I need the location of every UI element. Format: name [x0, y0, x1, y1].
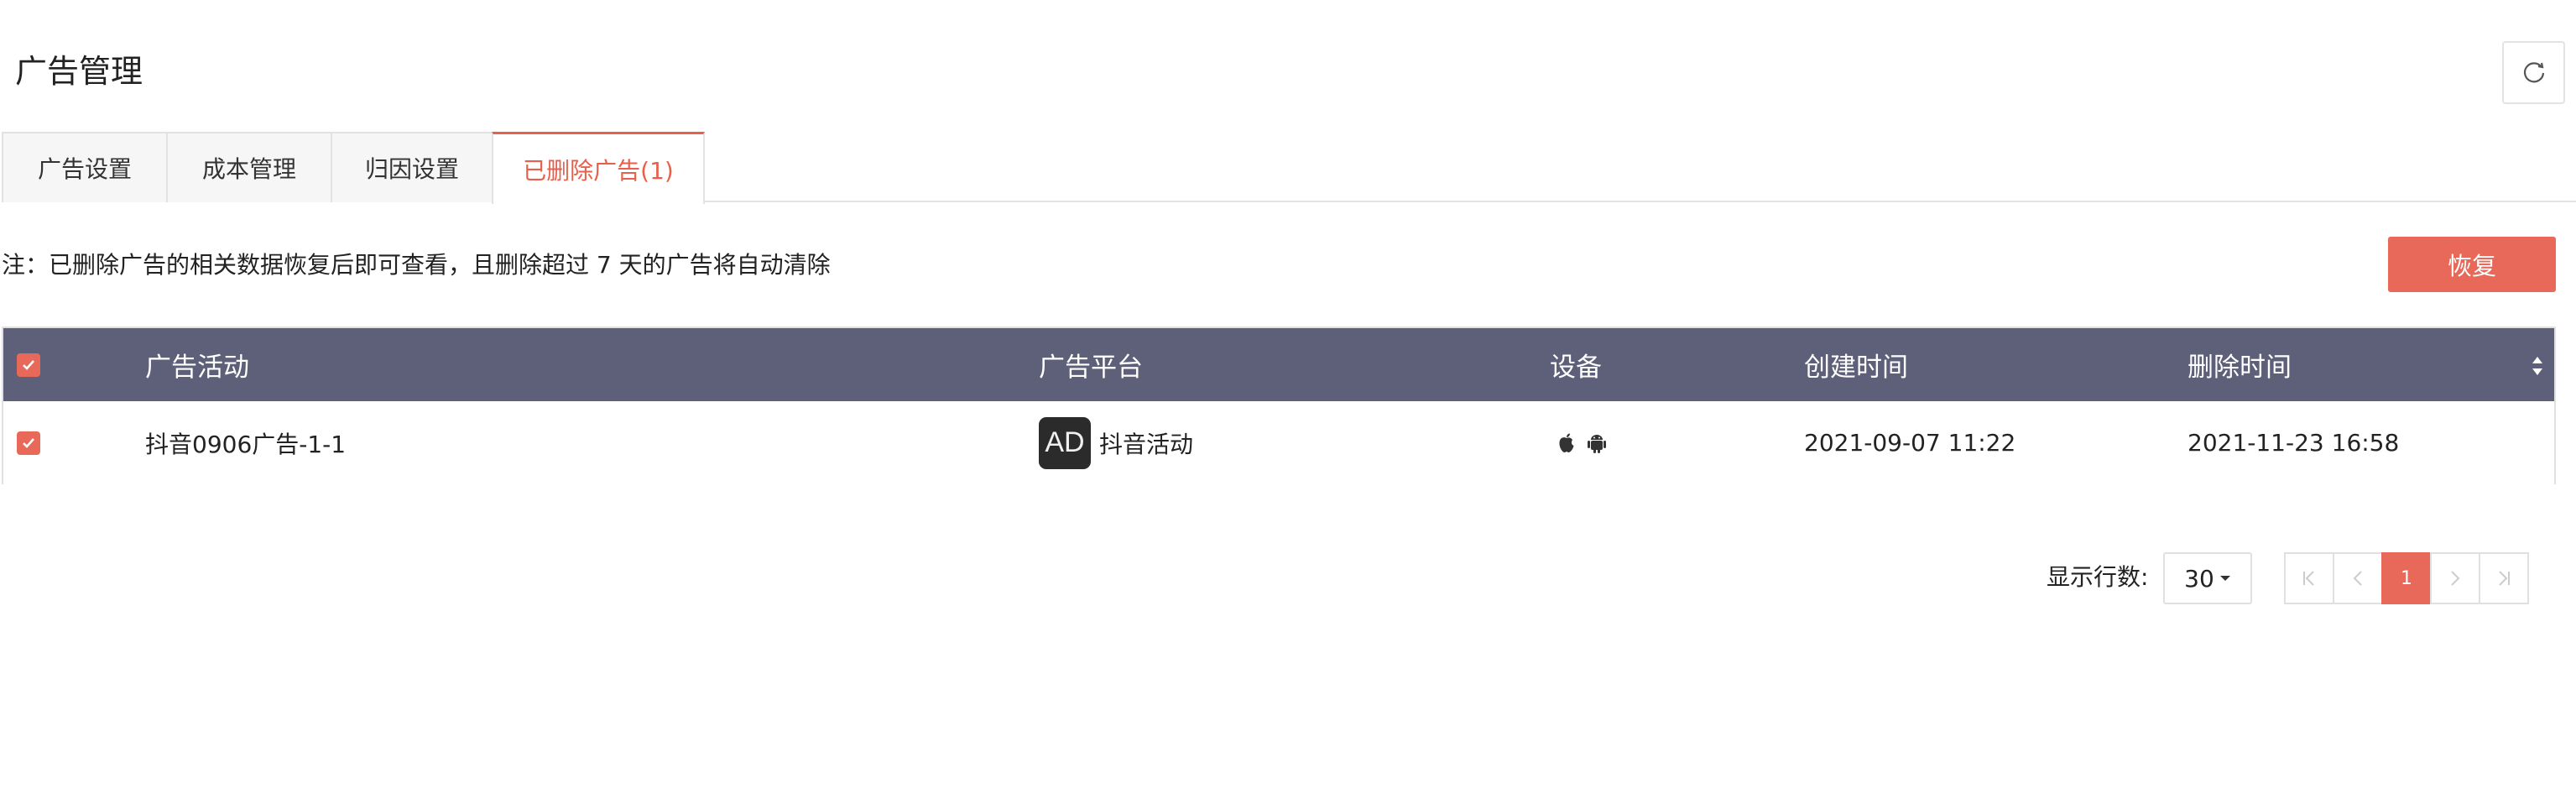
prev-page-button[interactable]	[2333, 552, 2383, 604]
column-platform[interactable]: 广告平台	[1039, 328, 1143, 401]
check-icon	[23, 437, 34, 448]
android-icon	[1588, 434, 1606, 453]
rows-per-page-value: 30	[2184, 564, 2214, 593]
created-time: 2021-09-07 11:22	[1804, 429, 2016, 457]
check-icon	[23, 359, 34, 370]
deleted-ads-table: 广告活动 广告平台 设备 创建时间 删除时间 抖音0906广告-1-1 AD 抖…	[2, 326, 2556, 484]
restore-button[interactable]: 恢复	[2388, 237, 2556, 292]
deleted-time: 2021-11-23 16:58	[2188, 429, 2400, 457]
device-cell	[1557, 401, 1609, 484]
table-row[interactable]: 抖音0906广告-1-1 AD 抖音活动 2021-09-07 11:22 20…	[3, 401, 2554, 484]
rows-per-page-label: 显示行数:	[2047, 563, 2149, 591]
caret-down-icon	[2219, 576, 2230, 581]
ad-platform-logo: AD	[1039, 416, 1091, 469]
table-header: 广告活动 广告平台 设备 创建时间 删除时间	[3, 328, 2554, 401]
row-checkbox[interactable]	[17, 401, 40, 484]
refresh-button[interactable]	[2502, 41, 2565, 104]
first-page-button[interactable]	[2284, 552, 2334, 604]
platform-name: 抖音活动	[1099, 430, 1194, 458]
sort-icon[interactable]	[2531, 355, 2544, 377]
tab-ad-settings[interactable]: 广告设置	[2, 132, 168, 202]
column-device[interactable]: 设备	[1550, 328, 1602, 401]
tab-bar: 广告设置 成本管理 归因设置 已删除广告(1)	[2, 132, 2576, 204]
last-page-button[interactable]	[2479, 552, 2529, 604]
last-page-icon	[2499, 571, 2510, 586]
column-created-time[interactable]: 创建时间	[1804, 328, 1908, 401]
column-campaign[interactable]: 广告活动	[145, 328, 249, 401]
select-all-checkbox[interactable]	[17, 328, 40, 401]
first-page-icon	[2303, 571, 2314, 586]
page-button-current[interactable]: 1	[2381, 552, 2432, 604]
column-deleted-time[interactable]: 删除时间	[2188, 328, 2292, 401]
apple-icon	[1559, 433, 1574, 452]
tab-deleted-ads[interactable]: 已删除广告(1)	[492, 132, 705, 204]
tab-cost-management[interactable]: 成本管理	[166, 132, 332, 202]
chevron-right-icon	[2451, 571, 2460, 586]
platform-cell: AD 抖音活动	[1039, 401, 1193, 484]
pagination: 1	[2284, 552, 2529, 604]
tab-attribution-settings[interactable]: 归因设置	[331, 132, 493, 202]
chevron-left-icon	[2353, 571, 2362, 586]
deletion-note: 注：已删除广告的相关数据恢复后即可查看，且删除超过 7 天的广告将自动清除	[2, 251, 831, 279]
page-title: 广告管理	[15, 53, 143, 90]
next-page-button[interactable]	[2430, 552, 2480, 604]
rows-per-page-select[interactable]: 30	[2163, 552, 2252, 604]
campaign-name: 抖音0906广告-1-1	[145, 430, 347, 458]
refresh-icon	[2523, 61, 2544, 82]
